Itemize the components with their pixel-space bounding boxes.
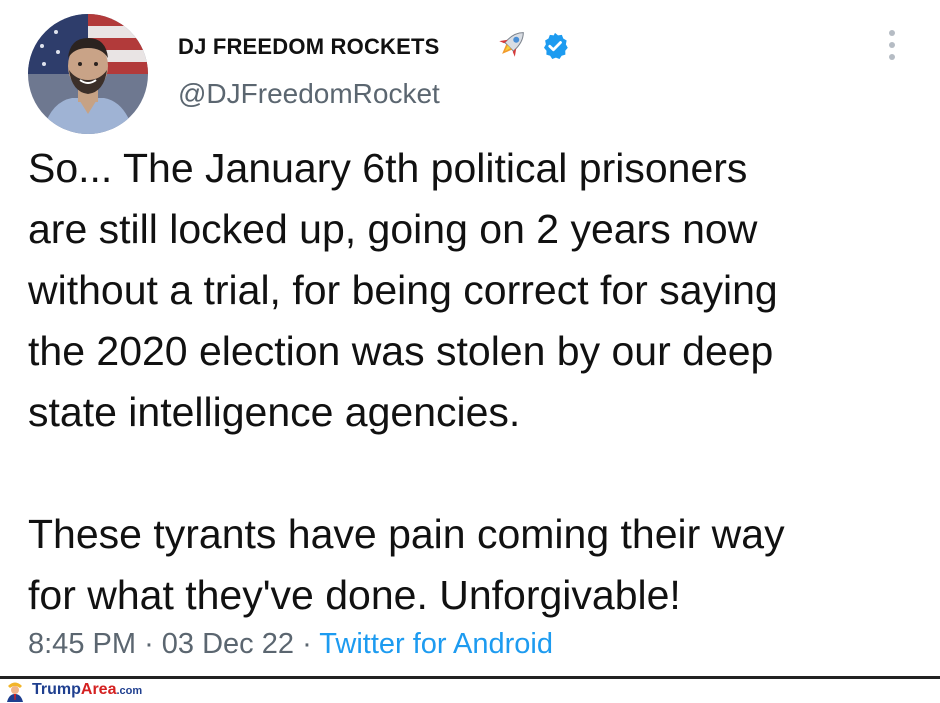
tweet-time[interactable]: 8:45 PM (28, 628, 136, 660)
watermark-bar: TrumpArea.com (0, 679, 940, 703)
tweet-text-line: are still locked up, going on 2 years no… (28, 206, 758, 252)
tweet-date[interactable]: 03 Dec 22 (162, 628, 294, 660)
tweet-text-line: These tyrants have pain coming their way (28, 511, 785, 557)
watermark-brand-part2: Area (80, 681, 117, 698)
tweet-meta: 8:45 PM · 03 Dec 22 · Twitter for Androi… (28, 628, 553, 661)
trump-figure-icon (7, 682, 23, 702)
meta-separator: · (302, 628, 312, 660)
tweet-source-link[interactable]: Twitter for Android (319, 628, 553, 660)
tweet-card: DJ FREEDOM ROCKETS @DJFreedomRocket So..… (0, 0, 940, 676)
verified-badge-icon (544, 32, 568, 59)
watermark-brand-suffix: .com (116, 685, 143, 697)
tweet-text-line: for what they've done. Unforgivable! (28, 572, 681, 618)
handle[interactable]: @DJFreedomRocket (178, 78, 440, 110)
tweet-text: So... The January 6th political prisoner… (28, 138, 928, 626)
tweet-text-line: So... The January 6th political prisoner… (28, 145, 748, 191)
tweet-text-line: without a trial, for being correct for s… (28, 267, 778, 313)
display-name[interactable]: DJ FREEDOM ROCKETS (178, 34, 440, 60)
watermark-logo: TrumpArea.com (32, 681, 142, 699)
watermark-brand-part1: Trump (32, 681, 81, 698)
meta-separator: · (144, 628, 154, 660)
avatar-photo (28, 14, 148, 134)
tweet-text-line: state intelligence agencies. (28, 389, 521, 435)
rocket-icon (499, 32, 524, 57)
more-vertical-icon[interactable] (884, 28, 900, 62)
avatar[interactable] (28, 14, 148, 134)
tweet-text-line: the 2020 election was stolen by our deep (28, 328, 774, 374)
